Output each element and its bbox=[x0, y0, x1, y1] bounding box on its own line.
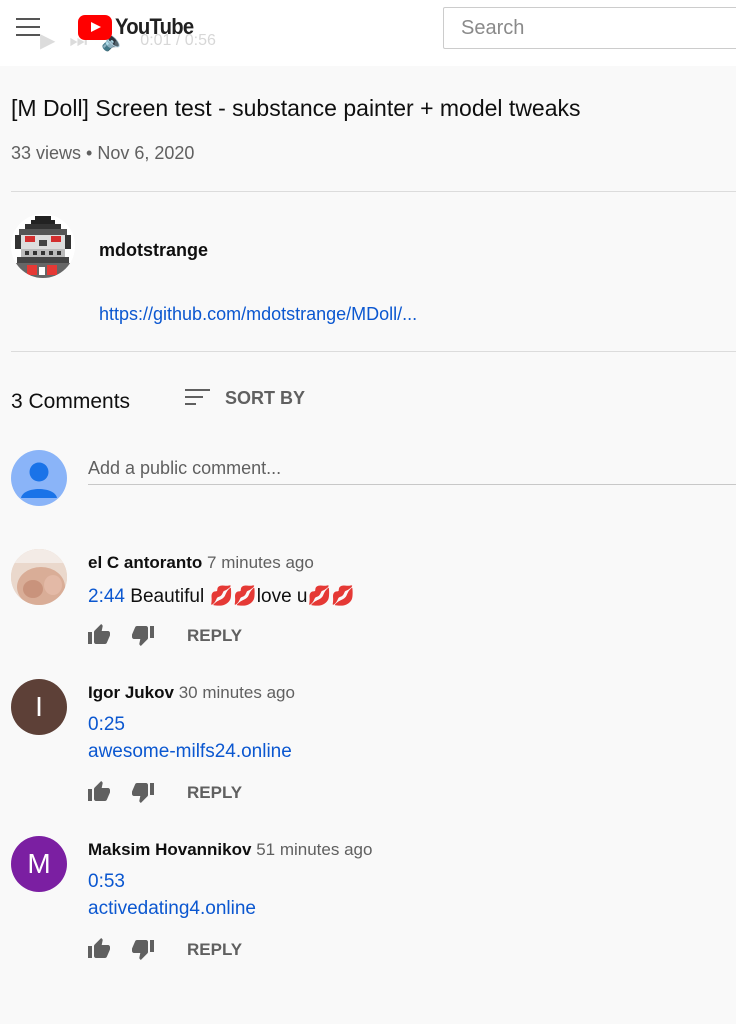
comment-text: 0:53 bbox=[88, 871, 125, 893]
comment-author[interactable]: el C antoranto bbox=[88, 553, 202, 572]
comment-text: activedating4.online bbox=[88, 898, 256, 920]
channel-name[interactable]: mdotstrange bbox=[99, 240, 208, 261]
comment-header: el C antoranto 7 minutes ago bbox=[88, 553, 314, 573]
top-bar: ▶ ⏭ 🔈 0:01 / 0:56 YouTube bbox=[0, 0, 736, 66]
thumb-up-icon bbox=[88, 938, 110, 958]
person-icon bbox=[21, 462, 57, 498]
comment-header: Maksim Hovannikov 51 minutes ago bbox=[88, 840, 372, 860]
youtube-play-icon bbox=[78, 14, 112, 40]
dislike-button[interactable] bbox=[131, 780, 155, 804]
comment-body: Beautiful 💋💋love u💋💋 bbox=[130, 586, 355, 607]
sort-icon[interactable] bbox=[185, 389, 210, 407]
thumb-down-icon bbox=[132, 626, 154, 646]
comment-author[interactable]: Maksim Hovannikov bbox=[88, 840, 251, 859]
comment-time[interactable]: 7 minutes ago bbox=[207, 553, 314, 572]
video-meta: 33 views • Nov 6, 2020 bbox=[11, 143, 195, 163]
comment-time[interactable]: 51 minutes ago bbox=[256, 840, 372, 859]
comment-timestamp-link[interactable]: 2:44 bbox=[88, 586, 125, 607]
comments-count: 3 Comments bbox=[11, 390, 131, 413]
profile-photo bbox=[11, 549, 67, 605]
comment-header: Igor Jukov 30 minutes ago bbox=[88, 683, 295, 703]
description-link[interactable]: https://github.com/mdotstrange/MDoll/... bbox=[99, 304, 417, 325]
menu-icon[interactable] bbox=[16, 18, 40, 38]
reply-button[interactable]: REPLY bbox=[187, 783, 242, 803]
dislike-button[interactable] bbox=[131, 937, 155, 961]
add-comment-input[interactable] bbox=[88, 452, 736, 485]
comment-text: 0:25 bbox=[88, 714, 125, 736]
thumb-up-icon bbox=[88, 781, 110, 801]
comment-text: awesome-milfs24.online bbox=[88, 741, 292, 763]
comment-link[interactable]: awesome-milfs24.online bbox=[88, 741, 292, 762]
logo-text: YouTube bbox=[115, 14, 194, 39]
comment-timestamp-link[interactable]: 0:53 bbox=[88, 871, 125, 892]
like-button[interactable] bbox=[87, 623, 111, 647]
dislike-button[interactable] bbox=[131, 623, 155, 647]
avatar-letter: M bbox=[27, 848, 51, 879]
comment-link[interactable]: activedating4.online bbox=[88, 898, 256, 919]
reply-button[interactable]: REPLY bbox=[187, 940, 242, 960]
avatar-letter: I bbox=[35, 691, 43, 722]
video-title: [M Doll] Screen test - substance painter… bbox=[11, 95, 581, 121]
like-button[interactable] bbox=[87, 937, 111, 961]
search-input[interactable] bbox=[443, 7, 736, 49]
channel-avatar[interactable] bbox=[11, 214, 75, 278]
comment-avatar[interactable] bbox=[11, 549, 67, 605]
user-avatar bbox=[11, 450, 67, 506]
comment-avatar[interactable]: I bbox=[11, 679, 67, 735]
comment-avatar[interactable]: M bbox=[11, 836, 67, 892]
divider bbox=[11, 191, 736, 192]
comment-text: 2:44 Beautiful 💋💋love u💋💋 bbox=[88, 584, 355, 608]
comment-author[interactable]: Igor Jukov bbox=[88, 683, 174, 702]
sort-by-button[interactable]: SORT BY bbox=[225, 388, 305, 409]
robot-mask-icon bbox=[11, 214, 75, 278]
thumb-down-icon bbox=[132, 783, 154, 803]
play-icon[interactable]: ▶ bbox=[40, 31, 55, 51]
reply-button[interactable]: REPLY bbox=[187, 626, 242, 646]
thumb-up-icon bbox=[88, 624, 110, 644]
youtube-logo[interactable]: YouTube bbox=[78, 14, 200, 40]
thumb-down-icon bbox=[132, 940, 154, 960]
divider bbox=[11, 351, 736, 352]
like-button[interactable] bbox=[87, 780, 111, 804]
comment-time[interactable]: 30 minutes ago bbox=[179, 683, 295, 702]
comment-timestamp-link[interactable]: 0:25 bbox=[88, 714, 125, 735]
